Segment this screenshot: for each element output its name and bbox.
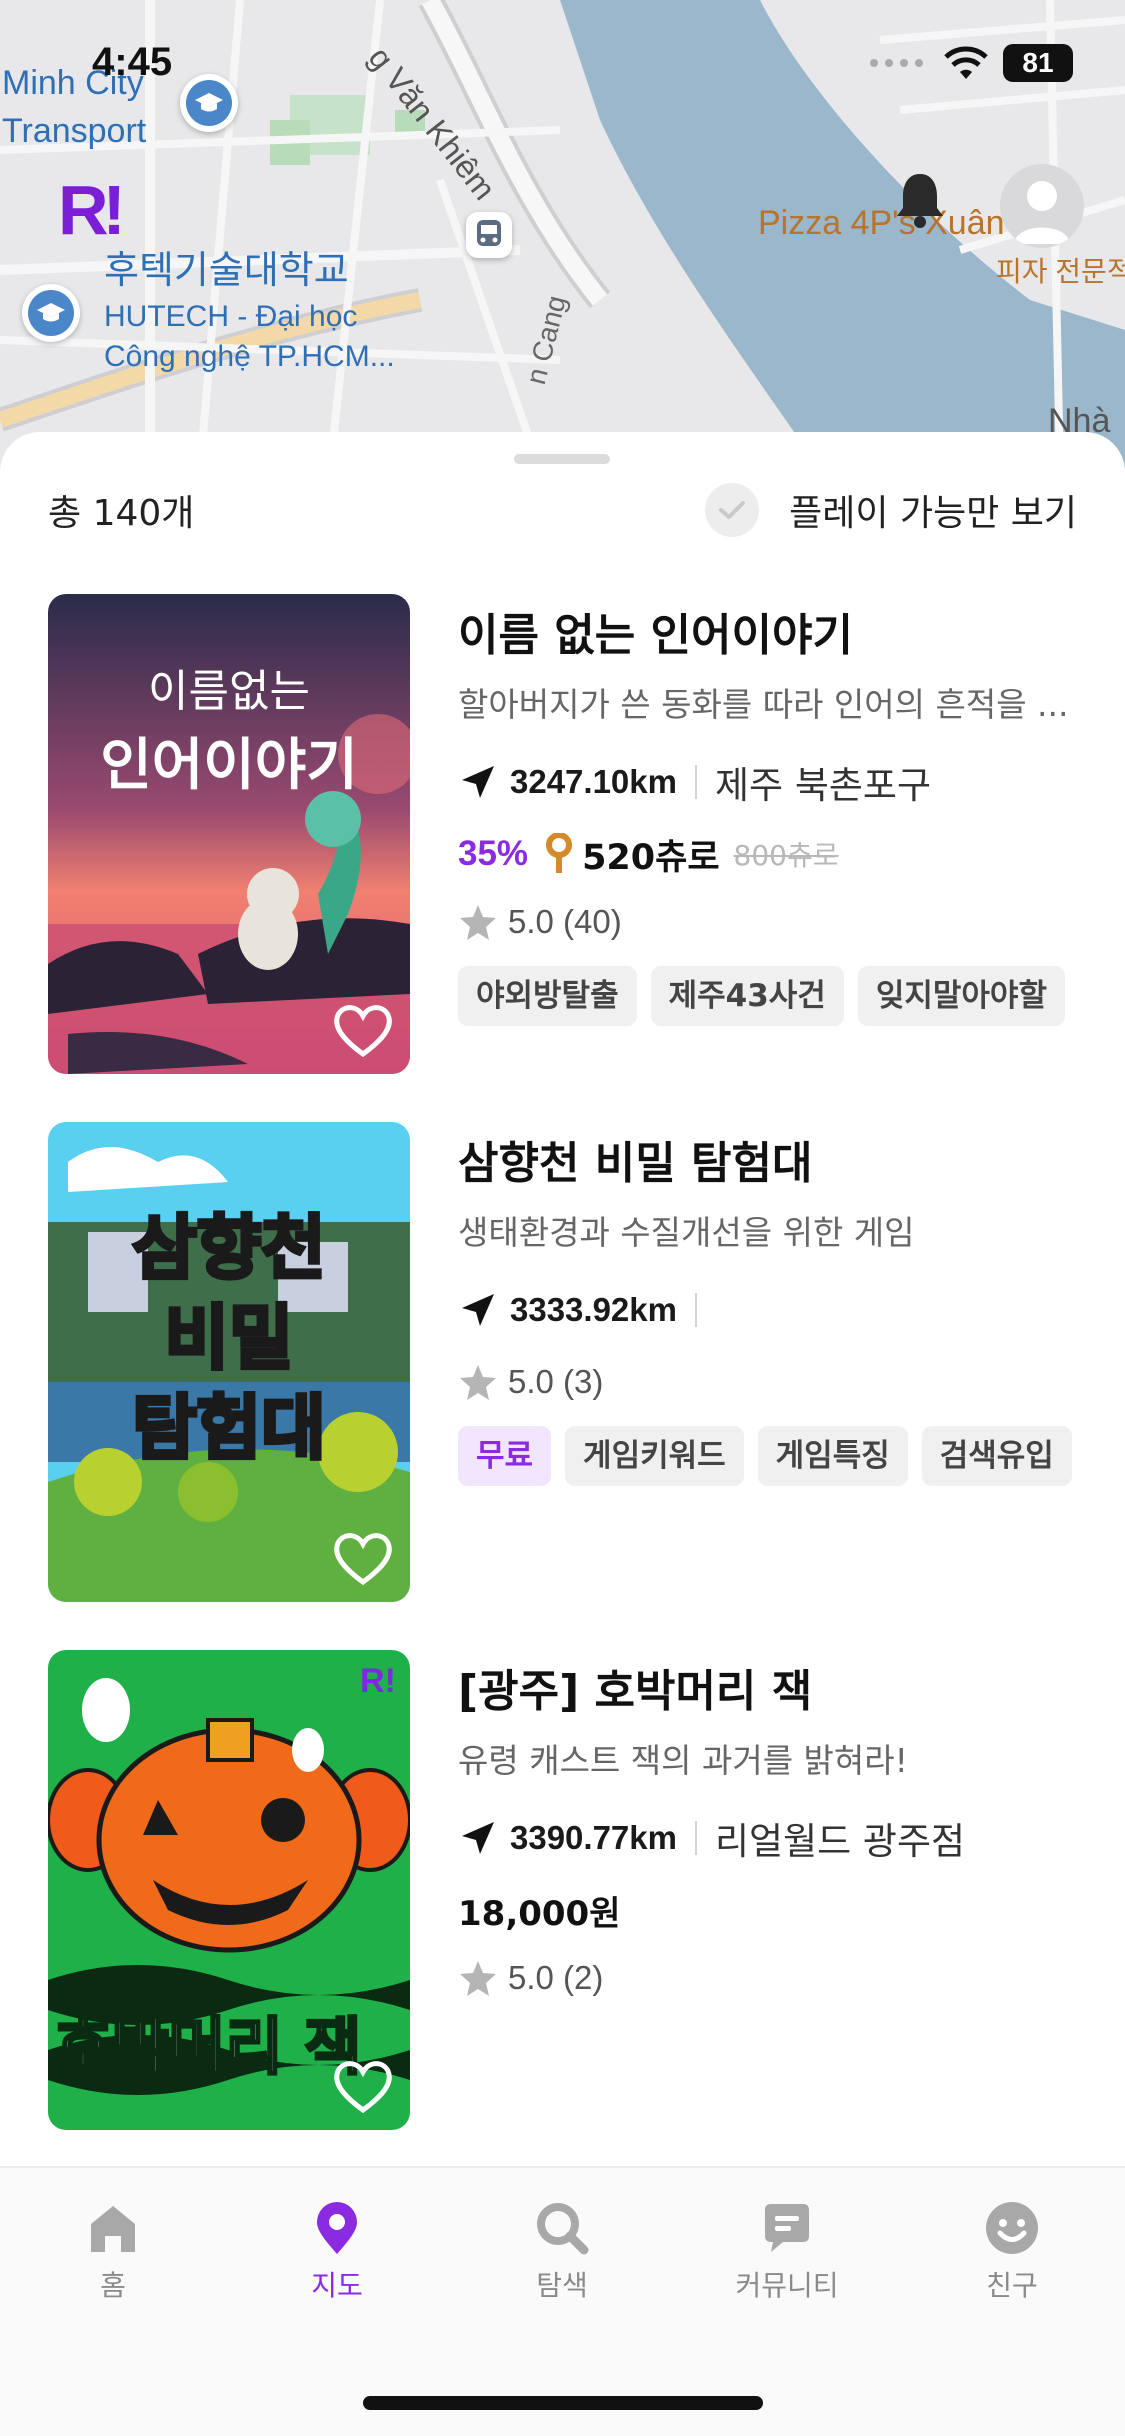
tab-home[interactable]: 홈 — [38, 2200, 188, 2304]
smile-icon — [986, 2202, 1038, 2254]
game-card[interactable]: R! 호박머리 잭 [광주] 호박머리 잭 유령 캐스트 잭의 과거를 밝혀라!… — [48, 1650, 1088, 2130]
tab-community[interactable]: 커뮤니티 — [712, 2200, 862, 2304]
tab-friends[interactable]: 친구 — [937, 2200, 1087, 2304]
playable-filter-toggle[interactable]: 플레이 가능만 보기 — [705, 483, 1077, 537]
tag-list: 야외방탈출 제주43사건 잊지말아야할 — [458, 966, 1088, 1026]
thumbnail-title: 인어이야기 — [100, 733, 358, 798]
game-thumbnail[interactable]: 삼향천 비밀 탐험대 — [48, 1122, 410, 1602]
price: 520츄로 — [582, 837, 720, 878]
game-thumbnail[interactable]: 이름없는 인어이야기 — [48, 594, 410, 1074]
brand-logo: R! — [58, 171, 126, 249]
game-description: 유령 캐스트 잭의 과거를 밝혀라! — [458, 1741, 908, 1780]
map-label: 피자 전문적 — [996, 256, 1125, 287]
tab-map[interactable]: 지도 — [262, 2200, 412, 2304]
tag-chip[interactable]: 게임특징 — [757, 1426, 908, 1486]
game-title: [광주] 호박머리 잭 — [458, 1666, 813, 1717]
discount-percent: 35% — [458, 834, 529, 873]
card-info: 삼향천 비밀 탐험대 생태환경과 수질개선을 위한 게임 3333.92km 5… — [458, 1122, 1088, 1486]
tag-chip[interactable]: 검색유입 — [921, 1426, 1072, 1486]
rating: 5.0 (40) — [508, 903, 622, 940]
tab-label: 탐색 — [536, 2269, 588, 2302]
home-icon — [91, 2206, 135, 2252]
bottom-tab-bar: 홈 지도 탐색 커뮤니티 친구 — [0, 2166, 1125, 2436]
game-card[interactable]: 이름없는 인어이야기 이름 없는 인어이야기 할아버지가 쓴 동화를 따라 인어… — [48, 594, 1088, 1074]
star-icon — [460, 905, 496, 940]
tab-label: 홈 — [100, 2269, 126, 2302]
tag-chip[interactable]: 야외방탈출 — [458, 966, 637, 1026]
sheet-drag-handle[interactable] — [514, 454, 610, 464]
rating: 5.0 (2) — [508, 1959, 604, 1996]
map-label: Công nghệ TP.HCM... — [104, 340, 395, 373]
bell-icon[interactable] — [893, 170, 947, 234]
results-sheet[interactable]: 총 140개 플레이 가능만 보기 이름없는 인어이야기 이름 없는 인어이야기… — [0, 432, 1125, 2166]
thumbnail-title: 호박머리 잭 — [55, 2010, 362, 2083]
tab-label: 친구 — [986, 2269, 1038, 2302]
location-name: 제주 북촌포구 — [714, 764, 931, 807]
thumbnail-brand: R! — [360, 1662, 396, 1700]
thumbnail-title: 비밀 — [165, 1297, 294, 1379]
tab-label: 커뮤니티 — [735, 2269, 839, 2302]
thumbnail-title: 삼향천 — [132, 1207, 325, 1289]
tag-list: 무료 게임키워드 게임특징 검색유입 — [458, 1426, 1088, 1486]
star-icon — [460, 1961, 496, 1996]
rating: 5.0 (3) — [508, 1363, 604, 1400]
tag-chip[interactable]: 게임키워드 — [565, 1426, 744, 1486]
card-info: [광주] 호박머리 잭 유령 캐스트 잭의 과거를 밝혀라! 3390.77km… — [458, 1650, 1088, 2000]
status-indicators: 81 — [869, 44, 1073, 82]
divider — [694, 765, 697, 799]
total-count: 총 140개 — [48, 493, 195, 534]
wifi-icon — [944, 46, 988, 79]
filter-label: 플레이 가능만 보기 — [789, 493, 1077, 534]
tag-chip[interactable]: 잊지말아야할 — [857, 966, 1065, 1026]
distance: 3247.10km — [510, 763, 677, 800]
sheet-header: 총 140개 플레이 가능만 보기 — [48, 480, 1077, 540]
game-description: 생태환경과 수질개선을 위한 게임 — [458, 1213, 915, 1252]
thumbnail-title: 이름없는 — [148, 666, 310, 717]
navigation-arrow-icon — [462, 1822, 494, 1854]
tab-search[interactable]: 탐색 — [487, 2200, 637, 2304]
favorite-heart-icon[interactable] — [332, 1530, 394, 1586]
thumbnail-title: 탐험대 — [132, 1387, 325, 1469]
game-title: 삼향천 비밀 탐험대 — [458, 1138, 813, 1189]
game-description: 할아버지가 쓴 동화를 따라 인어의 흔적을 ... — [458, 685, 1069, 724]
distance: 3333.92km — [510, 1291, 677, 1328]
bus-stop-icon[interactable] — [466, 212, 512, 258]
battery-indicator: 81 — [1003, 44, 1073, 82]
game-thumbnail[interactable]: R! 호박머리 잭 — [48, 1650, 410, 2130]
map-label: 후텍기술대학교 — [104, 250, 349, 292]
card-info: 이름 없는 인어이야기 할아버지가 쓴 동화를 따라 인어의 흔적을 ... 3… — [458, 594, 1088, 1026]
navigation-arrow-icon — [462, 1294, 494, 1326]
map-view[interactable]: Minh City Transport g Văn Khiêm 후텍기술대학교 … — [0, 0, 1125, 470]
game-card[interactable]: 삼향천 비밀 탐험대 삼향천 비밀 탐험대 생태환경과 수질개선을 위한 게임 … — [48, 1122, 1088, 1602]
search-icon — [537, 2203, 589, 2255]
free-tag-chip[interactable]: 무료 — [458, 1426, 552, 1486]
signal-dots-icon — [870, 59, 923, 67]
location-name: 리얼월드 광주점 — [714, 1820, 966, 1863]
home-indicator — [363, 2396, 763, 2410]
tag-chip[interactable]: 제주43사건 — [650, 966, 844, 1026]
game-title: 이름 없는 인어이야기 — [458, 610, 853, 661]
divider — [694, 1293, 697, 1327]
tab-label: 지도 — [311, 2269, 363, 2302]
favorite-heart-icon[interactable] — [332, 2058, 394, 2114]
status-time: 4:45 — [92, 40, 173, 84]
navigation-arrow-icon — [462, 766, 494, 798]
map-pin-icon — [317, 2202, 357, 2254]
chat-icon — [765, 2204, 809, 2252]
distance: 3390.77km — [510, 1819, 677, 1856]
check-icon[interactable] — [705, 483, 760, 537]
favorite-heart-icon[interactable] — [332, 1002, 394, 1058]
profile-avatar[interactable] — [1000, 164, 1084, 248]
churro-coin-icon — [546, 833, 573, 873]
map-label: Transport — [2, 112, 147, 150]
star-icon — [460, 1365, 496, 1400]
original-price: 800츄로 — [733, 839, 839, 872]
school-pin-icon[interactable] — [22, 284, 80, 342]
school-pin-icon[interactable] — [180, 74, 238, 132]
map-label: HUTECH - Đại học — [104, 300, 358, 333]
price: 18,000원 — [458, 1893, 621, 1934]
divider — [694, 1821, 697, 1855]
